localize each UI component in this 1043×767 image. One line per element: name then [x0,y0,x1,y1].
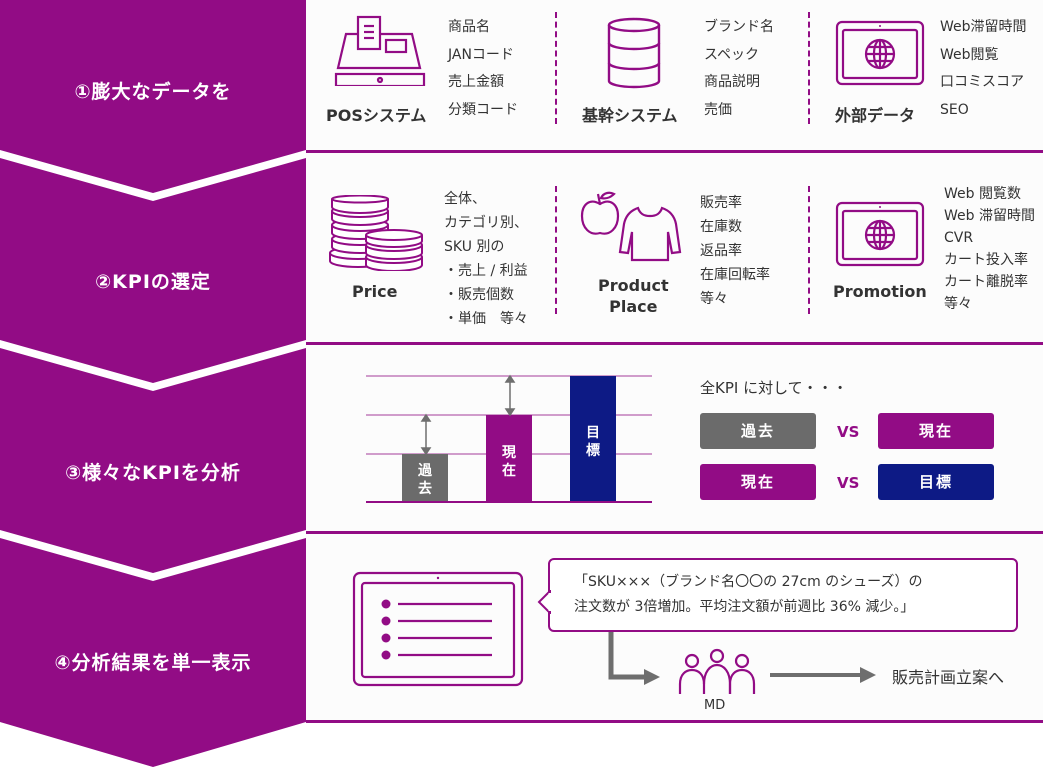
promotion-item: カート離脱率 [944,274,1028,290]
product-place-item: 在庫数 [700,219,742,235]
product-place-item: 等々 [700,291,728,307]
promotion-caption: Promotion [833,282,927,301]
core-system-item: 商品説明 [704,74,760,90]
external-data-item: 口コミスコア [940,74,1024,90]
next-step-label: 販売計画立案へ [892,668,1005,687]
dashed-divider [555,12,557,124]
comparison-heading: 全KPI に対して・・・ [700,379,848,397]
product-caption-line: Product [598,276,669,295]
pos-item: 分類コード [448,101,518,118]
pos-item: JANコード [448,46,514,63]
pos-item: 売上金額 [448,74,504,90]
product-place-item-list: 販売率 在庫数 返品率 在庫回転率 等々 [700,191,770,311]
row-divider [306,531,1043,534]
promotion-item: カート投入率 [944,252,1028,268]
apple-shirt-icon [580,191,682,262]
compare-current-box: 現在 [878,413,994,449]
price-item: ・販売個数 [444,287,514,303]
bar-label-text: 目標 [586,425,600,459]
promotion-item: Web 滞留時間 [944,208,1035,224]
pos-caption: POSシステム [326,106,427,125]
price-caption: Price [352,282,398,301]
product-place-caption: Product Place [598,275,669,317]
external-data-item: Web滞留時間 [940,19,1027,35]
promotion-item: Web 閲覧数 [944,186,1021,202]
step-2-label: ②KPIの選定 [95,271,211,293]
price-item: ・単価 等々 [444,311,528,327]
md-label: MD [704,698,726,713]
row-divider [306,150,1043,153]
step-4-label: ④分析結果を単一表示 [54,652,252,674]
bubble-line: 注文数が 3倍増加。平均注文額が前週比 36% 減少。」 [574,599,915,615]
product-place-item: 在庫回転率 [700,267,770,283]
row-divider [306,342,1043,345]
core-system-caption: 基幹システム [582,106,678,125]
place-caption-line: Place [609,297,658,316]
promotion-item: CVR [944,230,974,246]
external-data-item: Web閲覧 [940,46,999,63]
price-item: 全体、 [444,191,486,207]
price-item: カテゴリ別、 [444,215,528,231]
price-item: ・売上 / 利益 [444,263,528,279]
promotion-item-list: Web 閲覧数 Web 滞留時間 CVR カート投入率 カート離脱率 等々 [944,183,1035,315]
gap-arrow-current-to-target [504,374,516,417]
coins-icon [329,195,423,271]
core-system-item: スペック [704,46,760,63]
dashed-divider [808,186,810,314]
vs-label: VS [837,423,860,441]
bar-label-target: 目標 [570,424,616,460]
external-data-item-list: Web滞留時間 Web閲覧 口コミスコア SEO [940,14,1027,124]
md-team-icon [678,648,756,694]
product-place-item: 返品率 [700,243,742,259]
vs-label: VS [837,474,860,492]
promotion-item: 等々 [944,296,972,312]
core-system-item: 売価 [704,101,732,118]
external-data-caption: 外部データ [835,106,916,125]
bar-label-text: 現在 [502,445,516,479]
core-system-item-list: ブランド名 スペック 商品説明 売価 [704,14,774,124]
core-system-item: ブランド名 [704,19,774,35]
price-item-list: 全体、 カテゴリ別、 SKU 別の ・売上 / 利益 ・販売個数 ・単価 等々 [444,187,528,331]
external-data-item: SEO [940,101,969,118]
dashed-divider [808,12,810,124]
bar-label-text: 過去 [418,463,432,497]
gap-arrow-past-to-current [420,413,432,456]
compare-current-box: 現在 [700,464,816,500]
compare-target-box: 目標 [878,464,994,500]
bubble-line: 「SKU×××（ブランド名〇〇の 27cm のシューズ）の [574,574,923,590]
analysis-result-bubble: 「SKU×××（ブランド名〇〇の 27cm のシューズ）の 注文数が 3倍増加。… [548,558,1018,632]
pos-item: 商品名 [448,19,490,35]
tablet-globe-icon [835,201,925,267]
elbow-arrow-icon [608,632,660,685]
database-icon [607,17,661,89]
tablet-report-icon [352,571,524,687]
compare-past-box: 過去 [700,413,816,449]
dashed-divider [555,186,557,314]
tablet-globe-icon [835,20,925,86]
product-place-item: 販売率 [700,195,742,211]
right-arrow-icon [770,667,876,683]
cash-register-icon [334,15,426,86]
bubble-tail [537,590,551,614]
bar-label-current: 現在 [486,444,532,480]
step-3-label: ③様々なKPIを分析 [65,462,241,484]
price-item: SKU 別の [444,239,505,255]
step-1-label: ①膨大なデータを [74,81,232,103]
row-divider [306,720,1043,723]
pos-item-list: 商品名 JANコード 売上金額 分類コード [448,14,518,124]
bar-label-past: 過去 [402,462,448,498]
